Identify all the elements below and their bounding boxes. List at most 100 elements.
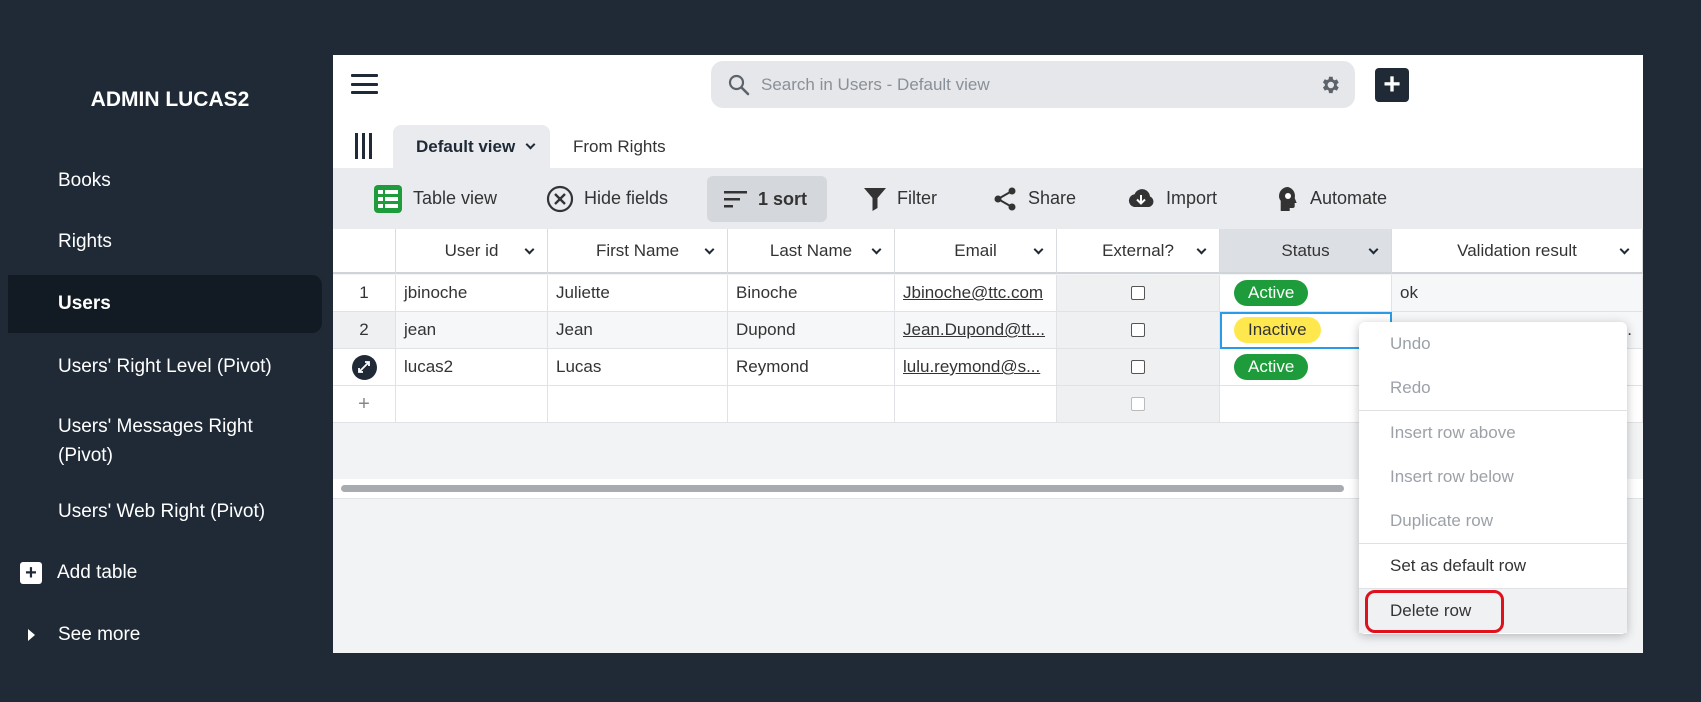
cell-last-name[interactable]: Reymond xyxy=(728,349,895,386)
chevron-down-icon[interactable] xyxy=(704,244,715,255)
gear-icon[interactable] xyxy=(1319,74,1341,96)
search-input[interactable] xyxy=(761,74,1319,95)
external-checkbox[interactable] xyxy=(1131,286,1145,300)
automate-button[interactable]: Automate xyxy=(1276,168,1387,229)
share-icon xyxy=(994,187,1016,210)
add-table-button[interactable]: + Add table xyxy=(20,562,137,584)
row-number[interactable]: 1 xyxy=(333,275,396,312)
sort-button[interactable]: 1 sort xyxy=(707,176,828,222)
chevron-down-icon xyxy=(525,139,536,149)
cell-external xyxy=(1057,275,1220,312)
cell-first-name[interactable]: Lucas xyxy=(548,349,728,386)
cell-user-id[interactable]: jean xyxy=(396,312,548,349)
cell-external xyxy=(1057,349,1220,386)
external-checkbox[interactable] xyxy=(1131,360,1145,374)
columns-icon[interactable] xyxy=(355,133,372,159)
menu-icon[interactable] xyxy=(351,74,378,94)
add-row-button[interactable]: + xyxy=(333,386,396,423)
import-button[interactable]: Import xyxy=(1126,168,1217,229)
cell-last-name[interactable]: Binoche xyxy=(728,275,895,312)
add-button[interactable]: + xyxy=(1375,68,1409,102)
column-label: External? xyxy=(1102,240,1174,260)
toolbar: Table view Hide fields 1 sort Filter Sha… xyxy=(333,168,1643,229)
add-table-label: Add table xyxy=(57,562,138,583)
filter-button[interactable]: Filter xyxy=(863,168,937,229)
column-header-first-name[interactable]: First Name xyxy=(548,229,728,274)
cell-validation-result[interactable]: ok xyxy=(1392,275,1643,312)
expand-icon[interactable] xyxy=(351,354,377,380)
sidebar-item-users-web-right[interactable]: Users' Web Right (Pivot) xyxy=(8,494,322,530)
share-button[interactable]: Share xyxy=(992,168,1076,229)
external-checkbox[interactable] xyxy=(1131,323,1145,337)
menu-item-delete-row[interactable]: Delete row xyxy=(1359,589,1627,633)
menu-item-insert-row-above[interactable]: Insert row above xyxy=(1359,411,1627,455)
sidebar-item-label: Users' Messages Right (Pivot) xyxy=(58,416,253,466)
chevron-down-icon[interactable] xyxy=(524,244,535,255)
column-label: Email xyxy=(954,240,997,260)
menu-item-duplicate-row[interactable]: Duplicate row xyxy=(1359,499,1627,543)
menu-item-undo[interactable]: Undo xyxy=(1359,322,1627,366)
app-title: ADMIN LUCAS2 xyxy=(90,88,250,111)
cell-email[interactable]: Jean.Dupond@tt... xyxy=(895,312,1057,349)
chevron-down-icon[interactable] xyxy=(1196,244,1207,255)
cell-user-id[interactable]: jbinoche xyxy=(396,275,548,312)
search-icon xyxy=(728,74,750,95)
cell-empty[interactable] xyxy=(396,386,548,423)
row-number-header xyxy=(333,229,396,274)
column-label: Status xyxy=(1281,240,1330,260)
cell-last-name[interactable]: Dupond xyxy=(728,312,895,349)
menu-item-insert-row-below[interactable]: Insert row below xyxy=(1359,455,1627,499)
sidebar-item-rights[interactable]: Rights xyxy=(8,224,322,260)
cell-first-name[interactable]: Juliette xyxy=(548,275,728,312)
cell-email[interactable]: lulu.reymond@s... xyxy=(895,349,1057,386)
automate-icon xyxy=(1279,186,1297,211)
column-header-last-name[interactable]: Last Name xyxy=(728,229,895,274)
menu-item-redo[interactable]: Redo xyxy=(1359,366,1627,410)
cell-user-id[interactable]: lucas2 xyxy=(396,349,548,386)
tab-default-view[interactable]: Default view xyxy=(393,125,550,168)
column-label: Validation result xyxy=(1457,240,1577,260)
cell-external xyxy=(1057,312,1220,349)
sidebar-item-users-right-level[interactable]: Users' Right Level (Pivot) xyxy=(8,349,322,385)
chevron-down-icon[interactable] xyxy=(1368,244,1379,255)
cell-email[interactable]: Jbinoche@ttc.com xyxy=(895,275,1057,312)
hide-fields-button[interactable]: Hide fields xyxy=(546,168,668,229)
column-header-user-id[interactable]: User id xyxy=(396,229,548,274)
table-icon xyxy=(374,184,402,213)
automate-label: Automate xyxy=(1310,188,1388,208)
see-more-button[interactable]: See more xyxy=(28,624,140,646)
view-tabs: Default view From Rights xyxy=(333,125,1643,168)
cloud-download-icon xyxy=(1128,188,1154,207)
status-badge: Inactive xyxy=(1234,317,1321,343)
cell-empty[interactable] xyxy=(548,386,728,423)
cell-first-name[interactable]: Jean xyxy=(548,312,728,349)
share-label: Share xyxy=(1028,188,1077,208)
sidebar-item-label: Rights xyxy=(58,231,112,252)
column-label: First Name xyxy=(595,240,680,260)
horizontal-scrollbar[interactable] xyxy=(341,485,1344,492)
column-header-email[interactable]: Email xyxy=(895,229,1057,274)
chevron-down-icon[interactable] xyxy=(871,244,882,255)
column-header-external[interactable]: External? xyxy=(1057,229,1220,274)
sidebar-item-users-messages-right[interactable]: Users' Messages Right (Pivot) xyxy=(8,409,308,473)
sidebar-item-users[interactable]: Users xyxy=(8,275,322,333)
search-bar[interactable] xyxy=(711,61,1355,108)
cell-empty[interactable] xyxy=(728,386,895,423)
filter-icon xyxy=(864,187,886,211)
row-expand[interactable] xyxy=(333,349,396,386)
chevron-down-icon[interactable] xyxy=(1033,244,1044,255)
cell-empty[interactable] xyxy=(895,386,1057,423)
row-number[interactable]: 2 xyxy=(333,312,396,349)
sidebar-item-label: Users xyxy=(58,293,111,314)
external-checkbox[interactable] xyxy=(1131,397,1145,411)
tab-from-rights[interactable]: From Rights xyxy=(573,125,666,168)
caret-right-icon xyxy=(28,629,35,641)
cell-status[interactable]: Active xyxy=(1220,275,1392,312)
column-header-status[interactable]: Status xyxy=(1220,229,1392,274)
menu-item-set-default-row[interactable]: Set as default row xyxy=(1359,544,1627,588)
chevron-down-icon[interactable] xyxy=(1619,244,1630,255)
table-view-button[interactable]: Table view xyxy=(373,168,497,229)
sidebar-item-books[interactable]: Books xyxy=(8,163,322,199)
import-label: Import xyxy=(1166,188,1218,208)
column-header-validation-result[interactable]: Validation result xyxy=(1392,229,1643,274)
